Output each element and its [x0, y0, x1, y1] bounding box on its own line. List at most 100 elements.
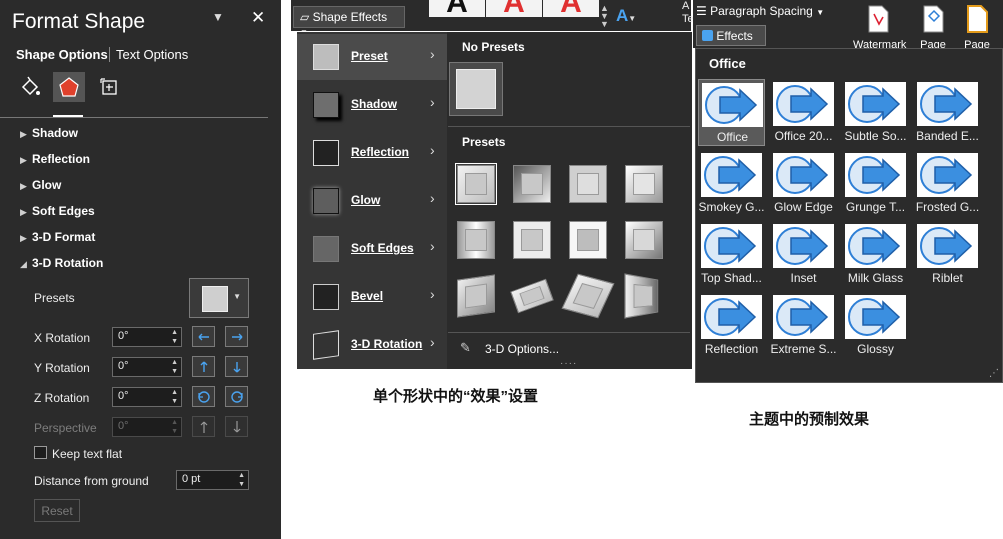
narrow-field-of-view-icon[interactable]: [192, 416, 215, 437]
effects-pentagon-icon[interactable]: [53, 72, 85, 102]
preset-swatch: [513, 221, 551, 259]
menu-item-preset[interactable]: Preset ›: [297, 34, 447, 80]
rotate-right-icon[interactable]: [225, 326, 248, 347]
x-rotation-input[interactable]: 0° ▲ ▼: [112, 327, 182, 347]
theme-effect-thumbnail: [702, 83, 763, 127]
chevron-right-icon: ›: [430, 46, 435, 62]
page-borders-button[interactable]: Page: [952, 4, 1002, 51]
theme-effect-option[interactable]: Subtle So...: [842, 79, 909, 146]
menu-item-3d-rotation[interactable]: 3-D Rotation ›: [297, 322, 447, 368]
menu-resize-grip[interactable]: ····: [560, 358, 577, 369]
theme-effect-option[interactable]: Glossy: [842, 292, 909, 359]
spinner-arrows-icon[interactable]: ▲ ▼: [171, 328, 178, 346]
theme-effect-option[interactable]: Inset: [770, 221, 837, 288]
theme-effect-thumbnail: [917, 224, 978, 268]
menu-item-bevel[interactable]: Bevel ›: [297, 274, 447, 320]
preset-option-4[interactable]: [623, 163, 665, 205]
theme-effect-option[interactable]: Office 20...: [770, 79, 837, 146]
page-color-button[interactable]: Page: [908, 4, 958, 51]
keep-text-flat-checkbox[interactable]: [34, 446, 47, 459]
rotate-up-icon[interactable]: [192, 356, 215, 377]
preset-option-9[interactable]: [455, 274, 497, 318]
theme-effect-option[interactable]: Reflection: [698, 292, 765, 359]
wordart-style-black[interactable]: A: [429, 0, 485, 17]
preset-option-11[interactable]: [561, 273, 615, 319]
menu-item-glow[interactable]: Glow ›: [297, 178, 447, 224]
section-soft-edges[interactable]: ▶ Soft Edges: [20, 204, 95, 218]
menu-item-shadow[interactable]: Shadow ›: [297, 82, 447, 128]
expand-icon: ▶: [20, 181, 27, 191]
section-3d-format[interactable]: ▶ 3-D Format: [20, 230, 95, 244]
spinner-arrows-icon[interactable]: ▲ ▼: [171, 418, 178, 436]
close-icon[interactable]: ✕: [251, 8, 265, 28]
theme-effect-option[interactable]: Banded E...: [914, 79, 981, 146]
preset-option-5[interactable]: [455, 219, 497, 261]
spinner-arrows-icon[interactable]: ▲ ▼: [171, 358, 178, 376]
preset-option-8[interactable]: [623, 219, 665, 261]
preset-swatch: [457, 165, 495, 203]
theme-effect-option[interactable]: Top Shad...: [698, 221, 765, 288]
rotate-clockwise-icon[interactable]: [225, 386, 248, 407]
theme-effect-label: Glow Edge: [774, 200, 833, 214]
chevron-right-icon: ›: [430, 94, 435, 110]
wordart-style-red-outline[interactable]: A: [543, 0, 599, 17]
theme-effect-option[interactable]: Extreme S...: [770, 292, 837, 359]
preset-option-3[interactable]: [567, 163, 609, 205]
menu-item-reflection[interactable]: Reflection ›: [297, 130, 447, 176]
preset-swatch: [625, 221, 663, 259]
fill-line-icon[interactable]: [14, 72, 46, 102]
theme-effect-option[interactable]: Milk Glass: [842, 221, 909, 288]
section-reflection[interactable]: ▶ Reflection: [20, 152, 90, 166]
shape-effects-button[interactable]: ▱ Shape Effects ▼: [293, 6, 405, 37]
preset-option-12[interactable]: [623, 273, 665, 319]
presets-dropdown[interactable]: ▼: [189, 278, 249, 318]
gallery-resize-grip[interactable]: ⋰: [989, 368, 999, 379]
section-shadow[interactable]: ▶ Shadow: [20, 126, 78, 140]
chevron-right-icon: ›: [430, 142, 435, 158]
theme-effect-option[interactable]: Smokey G...: [698, 150, 765, 217]
wordart-style-red[interactable]: A: [486, 0, 542, 17]
tab-shape-options[interactable]: Shape Options: [16, 47, 108, 62]
pane-options-dropdown-icon[interactable]: ▼: [212, 10, 224, 24]
rotate-left-icon[interactable]: [192, 326, 215, 347]
theme-effect-option[interactable]: Glow Edge: [770, 150, 837, 217]
size-properties-icon[interactable]: [93, 72, 125, 102]
theme-effect-thumbnail: [701, 224, 762, 268]
theme-effect-option[interactable]: Office: [698, 79, 765, 146]
effects-button[interactable]: Effects ▼: [696, 25, 766, 56]
preset-option-2[interactable]: [511, 163, 553, 205]
theme-effect-option[interactable]: Riblet: [914, 221, 981, 288]
preset-option-7[interactable]: [567, 219, 609, 261]
preset-option-1[interactable]: [455, 163, 497, 205]
widen-field-of-view-icon[interactable]: [225, 416, 248, 437]
rotate-down-icon[interactable]: [225, 356, 248, 377]
spinner-arrows-icon[interactable]: ▲ ▼: [171, 388, 178, 406]
z-rotation-input[interactable]: 0° ▲ ▼: [112, 387, 182, 407]
theme-effect-option[interactable]: Grunge T...: [842, 150, 909, 217]
rotate-counterclockwise-icon[interactable]: [192, 386, 215, 407]
text-effects-icon[interactable]: A▼: [616, 6, 636, 26]
expand-icon: ▶: [20, 207, 27, 217]
x-rotation-label: X Rotation: [34, 331, 91, 345]
preset-option-6[interactable]: [511, 219, 553, 261]
expand-icon: ▶: [20, 155, 27, 165]
y-rotation-input[interactable]: 0° ▲ ▼: [112, 357, 182, 377]
section-3d-rotation[interactable]: ◢ 3-D Rotation: [20, 256, 103, 270]
z-rotation-label: Z Rotation: [34, 391, 90, 405]
paragraph-spacing-button[interactable]: ☰ Paragraph Spacing ▼: [696, 4, 836, 18]
distance-input[interactable]: 0 pt ▲ ▼: [176, 470, 249, 490]
perspective-input[interactable]: 0° ▲ ▼: [112, 417, 182, 437]
watermark-button[interactable]: Watermark: [853, 4, 906, 51]
reset-button[interactable]: Reset: [34, 499, 80, 522]
theme-effect-option[interactable]: Frosted G...: [914, 150, 981, 217]
no-preset-option[interactable]: [449, 62, 503, 116]
tab-text-options[interactable]: Text Options: [109, 47, 188, 62]
gallery-scroll-icon[interactable]: ▲ ▼ ▼: [600, 4, 609, 29]
spinner-arrows-icon[interactable]: ▲ ▼: [238, 471, 245, 489]
distance-label: Distance from ground: [34, 474, 149, 488]
preset-option-10[interactable]: [510, 275, 554, 317]
menu-item-soft-edges[interactable]: Soft Edges ›: [297, 226, 447, 272]
preset-swatch: [513, 165, 551, 203]
theme-effect-thumbnail: [773, 82, 834, 126]
section-glow[interactable]: ▶ Glow: [20, 178, 61, 192]
